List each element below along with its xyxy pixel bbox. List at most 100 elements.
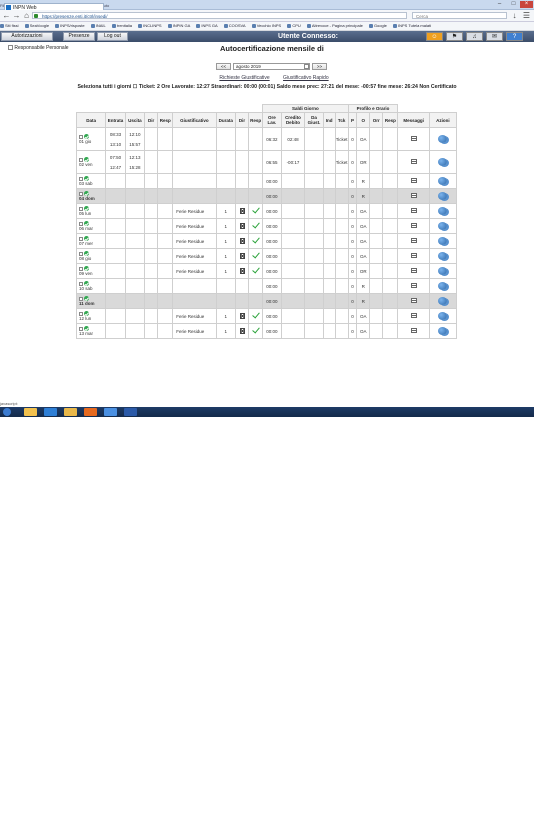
actions-cell[interactable] [428, 278, 458, 294]
messages-cell[interactable] [397, 173, 430, 189]
bookmark-item[interactable]: Altrevoce - Pagina principale [306, 22, 363, 30]
messages-cell[interactable] [397, 308, 430, 324]
message-icon[interactable] [410, 283, 417, 288]
col-tck[interactable]: Tck [334, 112, 349, 128]
actions-users-icon[interactable] [438, 236, 448, 245]
row-checkbox[interactable] [79, 236, 83, 241]
col-credito[interactable]: Credito Debito [280, 112, 306, 128]
col-resp2[interactable]: Resp [248, 112, 264, 128]
actions-users-icon[interactable] [438, 251, 448, 260]
search-input[interactable]: Cerca [412, 12, 507, 19]
actions-users-icon[interactable] [438, 134, 448, 143]
download-icon[interactable]: ↓ [510, 11, 519, 20]
close-icon[interactable]: × [520, 1, 533, 8]
messages-cell[interactable] [397, 293, 430, 309]
bookmark-item[interactable]: Google [368, 22, 387, 30]
help-icon[interactable]: ? [506, 32, 523, 41]
bookmark-item[interactable]: INPS/risposte [55, 22, 85, 30]
bell-icon[interactable]: ♫ [466, 32, 483, 41]
actions-users-icon[interactable] [438, 281, 448, 290]
bookmark-item[interactable]: INAIL [90, 22, 106, 30]
bookmark-item[interactable]: COOSVA [223, 22, 246, 30]
actions-cell[interactable] [428, 308, 458, 324]
requests-link[interactable]: Richieste Giustificative [219, 75, 269, 81]
row-checkbox[interactable] [79, 191, 83, 196]
message-icon[interactable] [410, 136, 417, 141]
messages-cell[interactable] [397, 150, 430, 174]
next-month-button[interactable]: >> [312, 63, 327, 70]
actions-users-icon[interactable] [438, 311, 448, 320]
row-checkbox[interactable] [79, 266, 83, 271]
messages-cell[interactable] [397, 188, 430, 204]
messages-cell[interactable] [397, 248, 430, 264]
actions-users-icon[interactable] [438, 221, 448, 230]
word-icon[interactable] [124, 408, 137, 416]
firefox-icon[interactable] [84, 408, 97, 416]
actions-cell[interactable] [428, 150, 458, 174]
actions-users-icon[interactable] [438, 296, 448, 305]
address-bar[interactable]: https://presenze.enti.it/ctrl/insedi/ [32, 12, 407, 19]
actions-cell[interactable] [428, 173, 458, 189]
ie-icon[interactable] [44, 408, 57, 416]
actions-users-icon[interactable] [438, 191, 448, 200]
justification-cell[interactable] [172, 127, 217, 151]
col-ore[interactable]: Ore Lav. [262, 112, 282, 128]
row-checkbox[interactable] [79, 281, 83, 286]
actions-cell[interactable] [428, 323, 458, 339]
explorer-icon[interactable] [24, 408, 37, 416]
actions-cell[interactable] [428, 263, 458, 279]
justification-cell[interactable]: Ferie Residue [172, 248, 217, 264]
logout-button[interactable]: Log out [97, 32, 128, 41]
justification-cell[interactable]: Ferie Residue [172, 263, 217, 279]
actions-cell[interactable] [428, 248, 458, 264]
attendance-button[interactable]: Presenze [63, 32, 95, 41]
messages-cell[interactable] [397, 263, 430, 279]
mail-icon[interactable]: ✉ [486, 32, 503, 41]
actions-users-icon[interactable] [438, 176, 448, 185]
library-icon[interactable]: ☰ [522, 11, 531, 20]
bookmark-item[interactable]: INCLINPS [138, 22, 162, 30]
actions-users-icon[interactable] [438, 157, 448, 166]
col-data[interactable]: Data [75, 112, 107, 128]
bookmark-item[interactable]: Siti fissi [0, 22, 19, 30]
browser-tab[interactable]: INPN Web [4, 3, 104, 11]
col-ind[interactable]: Ind [322, 112, 336, 128]
col-resp3[interactable]: Resp [382, 112, 399, 128]
messages-cell[interactable] [397, 203, 430, 219]
flag-icon[interactable]: ⚑ [446, 32, 463, 41]
col-giustificativo[interactable]: Giustificativo [172, 112, 217, 128]
col-resp[interactable]: Resp [157, 112, 174, 128]
justification-cell[interactable] [172, 150, 217, 174]
system-clock[interactable]: 13:25 16/08/2019 [492, 814, 532, 824]
col-azioni[interactable]: Azioni [428, 112, 458, 128]
message-icon[interactable] [410, 208, 417, 213]
actions-cell[interactable] [428, 233, 458, 249]
messages-cell[interactable] [397, 323, 430, 339]
message-icon[interactable] [410, 298, 417, 303]
face-icon[interactable]: ☺ [426, 32, 443, 41]
message-icon[interactable] [410, 238, 417, 243]
justification-cell[interactable]: Ferie Residue [172, 233, 217, 249]
col-o[interactable]: O [356, 112, 371, 128]
row-checkbox[interactable] [79, 221, 83, 226]
bookmark-item[interactable]: INPIN GA [167, 22, 190, 30]
actions-cell[interactable] [428, 127, 458, 151]
message-icon[interactable] [410, 178, 417, 183]
back-icon[interactable]: ← [2, 11, 11, 20]
maximize-icon[interactable]: □ [507, 1, 520, 8]
actions-cell[interactable] [428, 218, 458, 234]
bookmark-item[interactable]: Vecchio INPS [251, 22, 281, 30]
messages-cell[interactable] [397, 127, 430, 151]
justification-cell[interactable] [172, 293, 217, 309]
col-entrata[interactable]: Entrata [105, 112, 126, 128]
authorizations-button[interactable]: Autorizzazioni [1, 32, 53, 41]
bookmark-item[interactable]: trenitalia [111, 22, 132, 30]
responsible-checkbox[interactable] [8, 45, 13, 50]
row-checkbox[interactable] [79, 176, 83, 181]
forward-icon[interactable]: → [12, 11, 21, 20]
row-checkbox[interactable] [79, 311, 83, 316]
justification-cell[interactable]: Ferie Residue [172, 308, 217, 324]
actions-users-icon[interactable] [438, 266, 448, 275]
actions-cell[interactable] [428, 188, 458, 204]
actions-users-icon[interactable] [438, 326, 448, 335]
